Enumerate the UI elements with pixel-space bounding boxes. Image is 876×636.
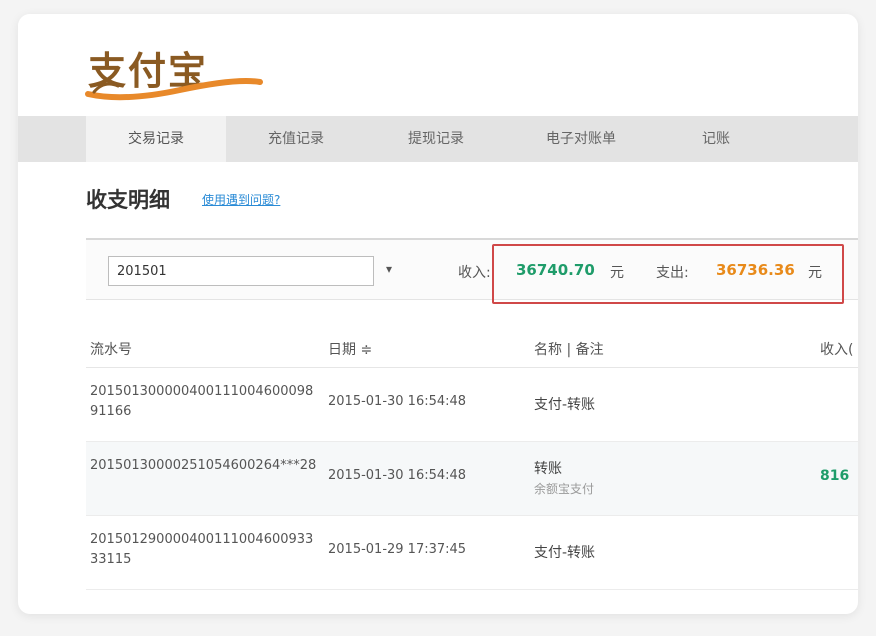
- serial-number: 20150129000040011100460093333115: [90, 532, 314, 567]
- row-date: 2015-01-30 16:54:48: [328, 468, 467, 483]
- header: 支付宝: [18, 14, 858, 116]
- logo-swoosh-icon: [85, 78, 263, 101]
- table-row[interactable]: 20150129000040011100460093333115 2015-01…: [86, 516, 858, 590]
- serial-number: 20150130000251054600264***28: [90, 458, 317, 473]
- month-select-input[interactable]: [108, 256, 374, 286]
- row-name: 支付-转账: [534, 397, 596, 413]
- tab-statement[interactable]: 电子对账单: [506, 116, 656, 162]
- column-name-remark: 名称 | 备注: [534, 342, 604, 358]
- help-link[interactable]: 使用遇到问题?: [202, 191, 280, 208]
- tab-recharge[interactable]: 充值记录: [226, 116, 366, 162]
- sort-icon[interactable]: ≑: [360, 342, 372, 358]
- alipay-logo[interactable]: 支付宝: [84, 34, 264, 104]
- income-label: 收入:: [458, 265, 491, 281]
- chevron-down-icon[interactable]: ▾: [386, 262, 392, 276]
- row-name: 转账: [534, 461, 562, 477]
- table-row[interactable]: 20150130000040011100460009891166 2015-01…: [86, 368, 858, 442]
- column-date[interactable]: 日期 ≑: [328, 339, 372, 359]
- tab-withdraw[interactable]: 提现记录: [366, 116, 506, 162]
- tab-transactions[interactable]: 交易记录: [86, 116, 226, 162]
- main-nav: 交易记录 充值记录 提现记录 电子对账单 记账: [18, 116, 858, 162]
- row-date: 2015-01-29 17:37:45: [328, 542, 467, 557]
- row-remark: 余额宝支付: [534, 482, 595, 496]
- column-date-label: 日期: [328, 342, 356, 358]
- column-income: 收入(: [820, 342, 854, 358]
- row-income: 816: [820, 468, 850, 484]
- tab-bookkeeping[interactable]: 记账: [656, 116, 776, 162]
- page-title: 收支明细: [86, 188, 170, 212]
- column-serial: 流水号: [90, 342, 132, 358]
- row-date: 2015-01-30 16:54:48: [328, 394, 467, 409]
- totals-highlight-box: [492, 244, 844, 304]
- serial-number: 20150130000040011100460009891166: [90, 384, 314, 419]
- table-row[interactable]: 20150130000251054600264***28 2015-01-30 …: [86, 442, 858, 516]
- table-header: 流水号 日期 ≑ 名称 | 备注 收入(: [86, 328, 858, 368]
- table-row[interactable]: [86, 590, 858, 614]
- row-name: 支付-转账: [534, 545, 596, 561]
- alipay-window: 支付宝 交易记录 充值记录 提现记录 电子对账单 记账 收支明细 使用遇到问题?…: [18, 14, 858, 614]
- row-name-block: 转账 余额宝支付: [534, 458, 594, 497]
